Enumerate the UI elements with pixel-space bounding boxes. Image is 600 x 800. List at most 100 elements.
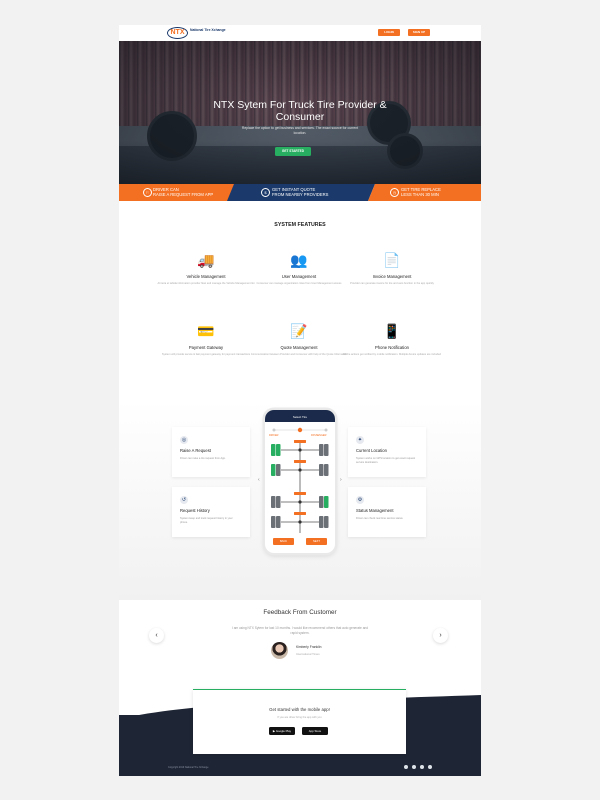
tire-slot[interactable] xyxy=(324,516,329,528)
card-desc: Driver can raise a tire request from App… xyxy=(180,457,226,460)
phone-mockup: Select Tire DRIVER PASSENGER BACK NEXT xyxy=(265,410,335,553)
feature-desc: Communication between Provider and Consu… xyxy=(250,353,348,356)
tire-slot[interactable] xyxy=(276,444,281,456)
users-icon: 👥 xyxy=(290,252,308,268)
features-title: SYSTEM FEATURES xyxy=(274,222,326,228)
feature-title: Quote Management xyxy=(280,345,318,350)
card-title: Current Location xyxy=(356,448,387,453)
clock-icon: ◷ xyxy=(390,188,399,197)
tire-axle-diagram[interactable] xyxy=(269,440,331,535)
card-title: Raise A Request xyxy=(180,448,211,453)
cta-subtitle: If you are driver bring the app with you xyxy=(277,716,322,719)
tire-slot[interactable] xyxy=(324,496,329,508)
tire-slot[interactable] xyxy=(276,496,281,508)
feature-invoice-management: 📄 Invoice Management Provider can genera… xyxy=(342,252,442,286)
feature-title: Payment Gateway xyxy=(188,345,224,350)
feature-desc: Provider can generate invoice for tire a… xyxy=(350,282,434,285)
card-desc: Driver can check real time service statu… xyxy=(356,517,404,520)
status-icon: ⚙ xyxy=(356,496,364,504)
tire-slot[interactable] xyxy=(319,444,324,456)
stripe-line-2: RAISE A REQUEST FROM APP xyxy=(153,192,214,197)
axle-tag xyxy=(294,440,306,443)
tire-slot[interactable] xyxy=(271,516,276,528)
invoice-icon: 📄 xyxy=(383,252,401,268)
axle-tag xyxy=(294,512,306,515)
facebook-icon[interactable] xyxy=(404,765,408,769)
chevron-left-icon: ‹ xyxy=(155,632,158,639)
twitter-icon[interactable] xyxy=(412,765,416,769)
hero-section: NTX Sytem For Truck Tire Provider & Cons… xyxy=(119,41,481,184)
next-button[interactable]: NEXT xyxy=(306,538,327,545)
driver-icon: ⚐ xyxy=(143,188,152,197)
card-raise-request: ◎ Raise A Request Driver can raise a tir… xyxy=(172,427,250,477)
tire-slot[interactable] xyxy=(271,496,276,508)
chevron-right-icon[interactable]: › xyxy=(340,477,342,483)
app-cta-card: Get started with the mobile app! If you … xyxy=(193,689,406,754)
stripe-item-replace: ◷ GET TIRE REPLACE LESS THAN 30 MIN xyxy=(368,184,481,201)
get-started-button[interactable]: GET STARTED xyxy=(275,147,311,156)
card-title: Status Management xyxy=(356,508,394,513)
card-request-history: ↺ Request History System keep and track … xyxy=(172,487,250,537)
phone-header: Select Tire xyxy=(265,410,335,422)
phone-notification-icon: 📱 xyxy=(383,323,401,339)
app-store-label: App Store xyxy=(308,729,322,733)
feature-user-management: 👥 User Management Consumer can manage or… xyxy=(249,252,349,286)
page: NTX National Tire Xchange LOGIN SIGN UP … xyxy=(119,25,481,776)
google-play-label: Google Play xyxy=(275,729,292,733)
axle-hub xyxy=(298,520,302,524)
card-status-management: ⚙ Status Management Driver can check rea… xyxy=(348,487,426,537)
customer-name: Kimberly Franklin xyxy=(296,645,322,649)
signup-button[interactable]: SIGN UP xyxy=(408,29,430,36)
stripe-item-quote: $ GET INSTANT QUOTE FROM NEARBY PROVIDERS xyxy=(227,184,375,201)
app-store-button[interactable]: App Store xyxy=(302,727,328,735)
truck-icon: 🚚 xyxy=(197,252,215,268)
tire-slot[interactable] xyxy=(271,444,276,456)
tire-slot[interactable] xyxy=(324,444,329,456)
axle-tag xyxy=(294,492,306,495)
tire-slot[interactable] xyxy=(319,496,324,508)
payment-icon: 💳 xyxy=(197,323,215,339)
axle-tag xyxy=(294,460,306,463)
customer-role: International Times xyxy=(296,652,320,656)
instagram-icon[interactable] xyxy=(428,765,432,769)
feature-title: Invoice Management xyxy=(372,274,412,279)
google-play-button[interactable]: ▶ Google Play xyxy=(269,727,295,735)
feature-title: User Management xyxy=(281,274,317,279)
feedback-quote: I am using NTX Sytem for last 10 months.… xyxy=(231,626,369,635)
tire-slot[interactable] xyxy=(324,464,329,476)
login-button[interactable]: LOGIN xyxy=(378,29,400,36)
back-button[interactable]: BACK xyxy=(273,538,294,545)
logo-text: National Tire Xchange xyxy=(190,28,226,32)
prev-feedback-button[interactable]: ‹ xyxy=(149,628,164,643)
next-feedback-button[interactable]: › xyxy=(433,628,448,643)
feedback-title: Feedback From Customer xyxy=(263,609,337,616)
tire-slot[interactable] xyxy=(319,516,324,528)
feature-title: Phone Notification xyxy=(375,345,409,350)
tire-slot[interactable] xyxy=(276,516,281,528)
quote-icon: $ xyxy=(261,188,270,197)
avatar xyxy=(271,642,288,659)
axle-hub xyxy=(298,468,302,472)
stripe-line-2: LESS THAN 30 MIN xyxy=(401,192,439,197)
card-desc: System keep and track request history in… xyxy=(180,517,233,524)
tire-slot[interactable] xyxy=(276,464,281,476)
passenger-side-label: PASSENGER xyxy=(311,434,327,437)
cta-title: Get started with the mobile app! xyxy=(269,707,330,712)
tire-slot[interactable] xyxy=(319,464,324,476)
card-desc: System works on GPS location to get exac… xyxy=(356,457,416,464)
hero-title: NTX Sytem For Truck Tire Provider & Cons… xyxy=(213,99,387,123)
tire-slot[interactable] xyxy=(271,464,276,476)
feature-quote-management: 📝 Quote Management Communication between… xyxy=(249,323,349,357)
history-icon: ↺ xyxy=(180,496,188,504)
chevron-right-icon: › xyxy=(439,632,442,639)
feature-title: Vehicle Management xyxy=(186,274,226,279)
request-icon: ◎ xyxy=(180,436,188,444)
chevron-left-icon[interactable]: ‹ xyxy=(258,477,260,483)
logo[interactable]: NTX National Tire Xchange xyxy=(167,27,226,39)
card-title: Request History xyxy=(180,508,210,513)
feature-desc: All the actions get notified by mobile n… xyxy=(343,353,441,356)
linkedin-icon[interactable] xyxy=(420,765,424,769)
card-current-location: ✦ Current Location System works on GPS l… xyxy=(348,427,426,477)
feature-payment-gateway: 💳 Payment Gateway System will provide se… xyxy=(156,323,256,357)
top-nav: NTX National Tire Xchange LOGIN SIGN UP xyxy=(119,25,481,41)
